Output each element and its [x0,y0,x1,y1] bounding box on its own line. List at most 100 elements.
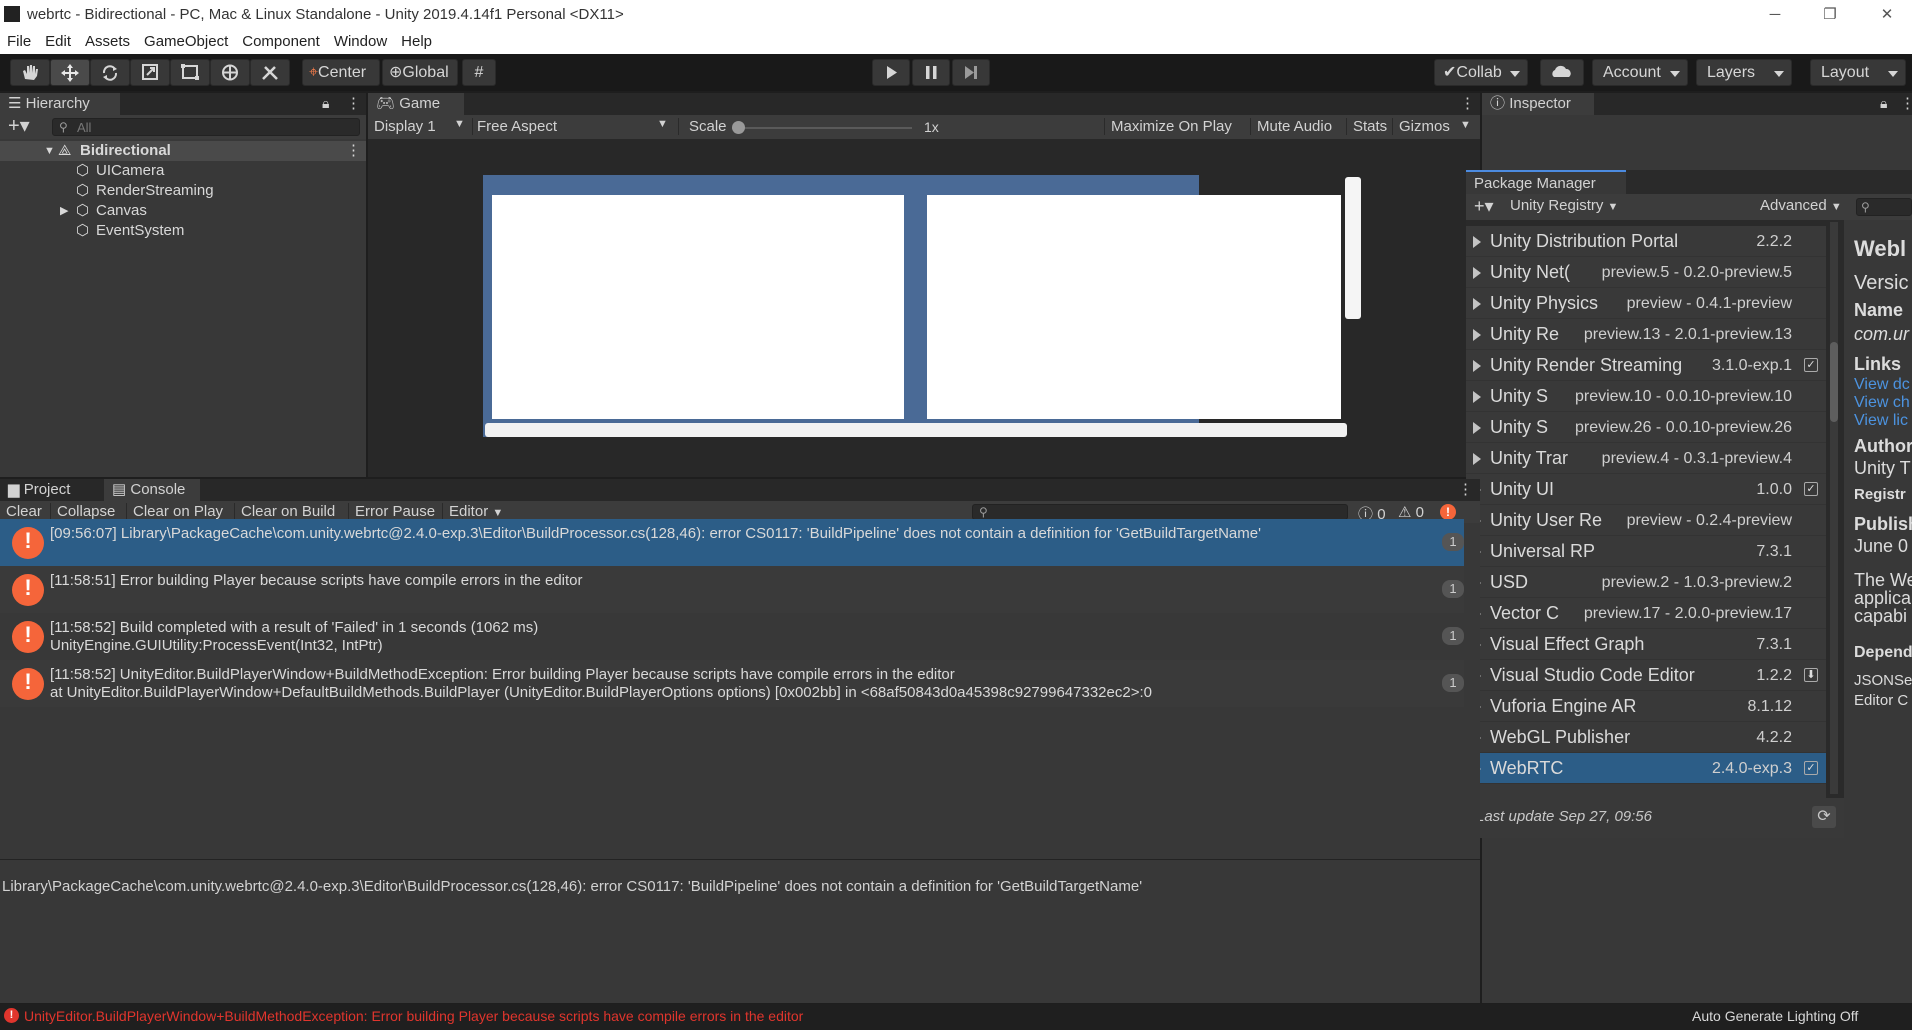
package-manager-tab[interactable]: Package Manager [1466,170,1626,194]
package-row[interactable]: Unity Distribution Portal 2.2.2 [1466,226,1826,257]
tab-inspector[interactable]: ⓘ Inspector [1482,93,1594,115]
menu-component[interactable]: Component [235,30,327,50]
expand-arrow-icon[interactable] [1473,453,1481,465]
package-row[interactable]: Universal RP 7.3.1 [1466,536,1826,567]
console-log-entry[interactable]: [09:56:07] Library\PackageCache\com.unit… [0,519,1464,566]
stats-toggle[interactable]: Stats [1346,118,1387,135]
maximize-button[interactable]: ❐ [1805,0,1855,30]
view-changelog-link[interactable]: View ch [1854,394,1910,412]
tab-game[interactable]: 🎮︎ Game [368,93,464,115]
expand-arrow-icon[interactable] [1473,329,1481,341]
hierarchy-item[interactable]: ⬡ RenderStreaming [0,181,366,201]
play-button[interactable] [872,59,910,86]
gizmos-dropdown-icon[interactable]: ▼ [1460,119,1471,131]
package-row[interactable]: Unity UI 1.0.0 ✓ [1466,474,1826,505]
lock-icon[interactable]: 🔒︎ [322,95,329,112]
package-row[interactable]: Unity Physics preview - 0.4.1-preview [1466,288,1826,319]
error-filter-icon[interactable]: ! [1440,504,1456,520]
status-error-message[interactable]: UnityEditor.BuildPlayerWindow+BuildMetho… [24,1008,803,1024]
menu-gameobject[interactable]: GameObject [137,30,235,50]
package-row[interactable]: Visual Effect Graph 7.3.1 [1466,629,1826,660]
step-button[interactable] [952,59,990,86]
game-vertical-scrollbar[interactable] [1345,177,1361,319]
more-options-icon[interactable]: ⋮ [1460,94,1475,112]
add-object-button[interactable]: +▾ [8,115,30,137]
package-row[interactable]: Unity Re preview.13 - 2.0.1-preview.13 [1466,319,1826,350]
refresh-icon[interactable]: ⟳ [1812,806,1836,828]
view-docs-link[interactable]: View dc [1854,376,1910,394]
gizmos-toggle[interactable]: Gizmos [1392,118,1450,135]
package-search-input[interactable]: ⚲ [1856,198,1912,216]
package-row[interactable]: Vuforia Engine AR 8.1.12 [1466,691,1826,722]
view-licenses-link[interactable]: View lic [1854,412,1908,430]
pivot-center-button[interactable]: ⌖Center [302,59,380,86]
scale-slider-track[interactable] [732,127,912,129]
game-render-view[interactable] [483,175,1361,437]
console-log-entry[interactable]: [11:58:52] UnityEditor.BuildPlayerWindow… [0,660,1464,707]
more-options-icon[interactable]: ⋮ [1900,94,1912,112]
package-row[interactable]: Visual Studio Code Editor 1.2.2 ⬇ [1466,660,1826,691]
layers-dropdown[interactable]: Layers [1696,59,1792,86]
scene-menu-icon[interactable]: ⋮ [346,141,361,161]
game-horizontal-scrollbar[interactable] [485,423,1347,437]
menu-edit[interactable]: Edit [38,30,78,50]
tab-hierarchy[interactable]: ☰ Hierarchy [0,93,120,115]
expand-arrow-icon[interactable]: ▶ [60,201,68,221]
expand-arrow-icon[interactable] [1473,236,1481,248]
expand-arrow-icon[interactable] [1473,391,1481,403]
pivot-global-button[interactable]: ⊕Global [382,59,458,86]
tab-console[interactable]: ▤ Console [104,479,200,501]
hierarchy-item[interactable]: ▶ ⬡ Canvas [0,201,366,221]
rotate-tool-button[interactable] [90,59,130,86]
collab-dropdown[interactable]: ✔Collab [1434,59,1528,86]
lock-icon[interactable]: 🔒︎ [1880,95,1887,112]
scale-slider-thumb[interactable] [732,121,745,134]
package-row[interactable]: Unity S preview.26 - 0.0.10-preview.26 [1466,412,1826,443]
scale-tool-button[interactable] [130,59,170,86]
maximize-on-play-toggle[interactable]: Maximize On Play [1104,118,1232,135]
transform-tool-button[interactable] [210,59,250,86]
mute-audio-toggle[interactable]: Mute Audio [1250,118,1332,135]
menu-file[interactable]: File [0,30,38,50]
expand-arrow-icon[interactable] [1473,267,1481,279]
package-row[interactable]: WebGL Publisher 4.2.2 [1466,722,1826,753]
hierarchy-item[interactable]: ⬡ EventSystem [0,221,366,241]
close-button[interactable]: ✕ [1862,0,1912,30]
tab-project[interactable]: ▆ Project [0,479,104,501]
package-row[interactable]: Unity Net(preview.5 - 0.2.0-preview.5 [1466,257,1826,288]
console-log-entry[interactable]: [11:58:52] Build completed with a result… [0,613,1464,660]
hierarchy-item[interactable]: ⬡ UICamera [0,161,366,181]
display-dropdown[interactable]: Display 1 ▼ [374,118,474,135]
custom-tool-button[interactable] [250,59,290,86]
snap-grid-button[interactable]: # [462,59,496,86]
package-row[interactable]: Vector C preview.17 - 2.0.0-preview.17 [1466,598,1826,629]
package-list-scrollbar[interactable] [1830,222,1838,794]
menu-assets[interactable]: Assets [78,30,137,50]
account-dropdown[interactable]: Account [1592,59,1688,86]
package-row[interactable]: Unity S preview.10 - 0.0.10-preview.10 [1466,381,1826,412]
aspect-dropdown[interactable]: Free Aspect ▼ [472,118,672,135]
package-row[interactable]: USD preview.2 - 1.0.3-preview.2 [1466,567,1826,598]
rect-tool-button[interactable] [170,59,210,86]
console-log-entry[interactable]: [11:58:51] Error building Player because… [0,566,1464,613]
hand-tool-button[interactable] [10,59,50,86]
expand-arrow-icon[interactable] [1473,298,1481,310]
more-options-icon[interactable]: ⋮ [346,94,361,112]
cloud-button[interactable] [1540,59,1584,86]
move-tool-button[interactable] [50,59,90,86]
console-search-input[interactable]: ⚲ [972,504,1348,520]
lighting-status[interactable]: Auto Generate Lighting Off [1692,1008,1858,1024]
package-row[interactable]: Unity Trar preview.4 - 0.3.1-preview.4 [1466,443,1826,474]
scrollbar-thumb[interactable] [1830,342,1838,422]
minimize-button[interactable]: ─ [1750,0,1800,30]
advanced-dropdown[interactable]: Advanced ▼ [1760,197,1842,214]
scene-row[interactable]: ▼ ⟁ Bidirectional ⋮ [0,141,366,161]
clear-button[interactable]: Clear [6,503,42,520]
package-row[interactable]: WebRTC 2.4.0-exp.3 ✓ [1466,753,1826,784]
pause-button[interactable] [912,59,950,86]
hierarchy-search-input[interactable]: ⚲ All [52,118,360,136]
menu-help[interactable]: Help [394,30,439,50]
add-package-button[interactable]: +▾ [1474,196,1494,217]
expand-arrow-icon[interactable] [1473,422,1481,434]
layout-dropdown[interactable]: Layout [1810,59,1906,86]
